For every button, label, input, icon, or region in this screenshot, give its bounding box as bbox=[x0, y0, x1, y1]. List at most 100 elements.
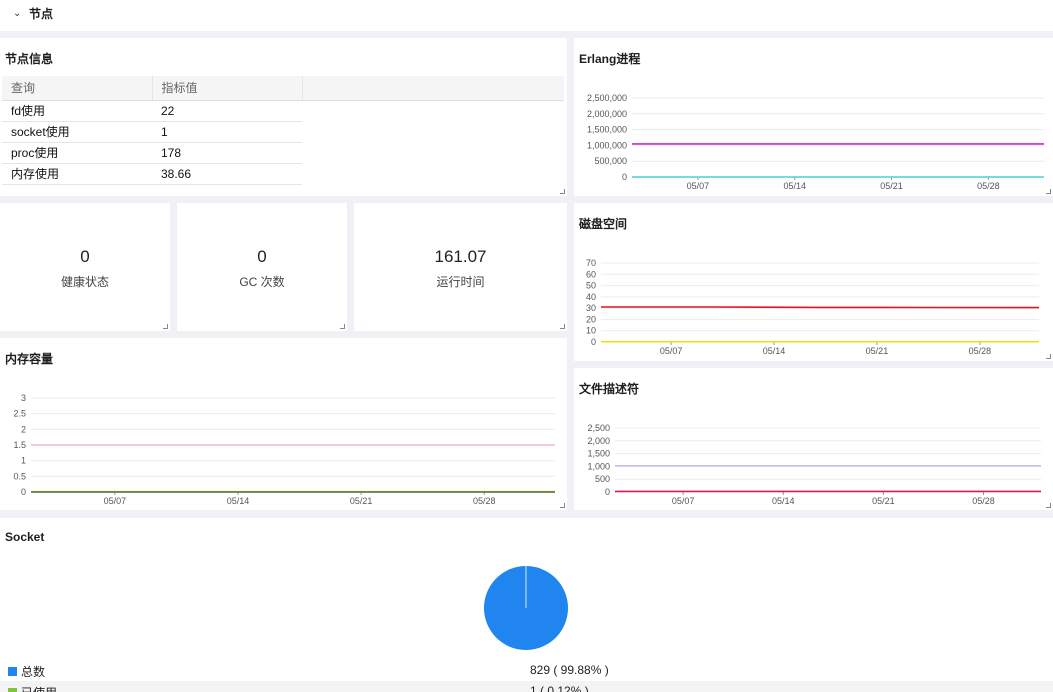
legend-row[interactable]: 总数 829 ( 99.88% ) bbox=[0, 660, 1053, 681]
table-cell: 内存使用 bbox=[2, 163, 152, 185]
series-line bbox=[601, 306, 1040, 309]
y-tick-label: 1,000,000 bbox=[587, 140, 627, 150]
resize-handle[interactable] bbox=[560, 324, 565, 329]
table-row: socket使用 1 bbox=[2, 121, 564, 143]
panel-title: Erlang进程 bbox=[579, 52, 641, 66]
legend-value: 1 ( 0.12% ) bbox=[530, 684, 589, 692]
stat-panel-uptime: 161.07 运行时间 bbox=[354, 203, 567, 331]
table-cell: socket使用 bbox=[2, 121, 152, 143]
x-tick-label: 05/28 bbox=[977, 181, 1000, 191]
x-tick-label: 05/28 bbox=[969, 346, 992, 356]
stat-panel-health: 0 健康状态 bbox=[0, 203, 170, 331]
legend-swatch bbox=[8, 667, 17, 676]
y-tick-label: 1.5 bbox=[13, 440, 26, 450]
stat-label: GC 次数 bbox=[239, 275, 285, 289]
y-tick-label: 30 bbox=[586, 303, 596, 313]
x-tick-label: 05/07 bbox=[104, 496, 127, 506]
stat-value: 0 bbox=[80, 247, 90, 266]
x-tick-label: 05/28 bbox=[972, 496, 995, 506]
y-tick-label: 10 bbox=[586, 326, 596, 336]
x-tick-label: 05/21 bbox=[880, 181, 903, 191]
table-cell: 1 bbox=[152, 121, 302, 143]
y-tick-label: 2.5 bbox=[13, 409, 26, 419]
row-header[interactable]: ⌄ 节点 bbox=[0, 0, 1053, 31]
table-cell: 38.66 bbox=[152, 163, 302, 185]
table-row: fd使用 22 bbox=[2, 100, 564, 122]
y-tick-label: 3 bbox=[21, 393, 26, 403]
x-tick-label: 05/14 bbox=[227, 496, 250, 506]
resize-handle[interactable] bbox=[1046, 503, 1051, 508]
x-tick-label: 05/07 bbox=[660, 346, 683, 356]
y-tick-label: 50 bbox=[586, 281, 596, 291]
chevron-down-icon[interactable]: ⌄ bbox=[13, 8, 21, 19]
y-tick-label: 60 bbox=[586, 269, 596, 279]
stat-label: 运行时间 bbox=[436, 275, 485, 289]
resize-handle[interactable] bbox=[560, 189, 565, 194]
memory-capacity-panel: 内存容量 3 2.5 2 1.5 1 0.5 0 05/07 05/14 05/21 05/28 bbox=[0, 338, 567, 510]
x-tick-label: 05/14 bbox=[783, 181, 806, 191]
column-header[interactable]: 指标值 bbox=[152, 76, 303, 101]
x-tick-label: 05/21 bbox=[866, 346, 889, 356]
resize-handle[interactable] bbox=[1046, 354, 1051, 359]
erlang-process-chart[interactable]: 2,500,000 2,000,000 1,500,000 1,000,000 500,… bbox=[574, 38, 1053, 196]
y-tick-label: 2,500,000 bbox=[587, 93, 627, 103]
x-tick-label: 05/07 bbox=[672, 496, 695, 506]
legend-swatch bbox=[8, 688, 17, 692]
stat-label: 健康状态 bbox=[60, 275, 109, 289]
y-tick-label: 2 bbox=[21, 424, 26, 434]
y-tick-label: 500,000 bbox=[594, 156, 627, 166]
y-tick-label: 1,000 bbox=[587, 461, 610, 471]
x-tick-label: 05/28 bbox=[473, 496, 496, 506]
column-header bbox=[302, 76, 564, 101]
x-tick-label: 05/21 bbox=[872, 496, 895, 506]
stat-value: 0 bbox=[257, 247, 267, 266]
y-tick-label: 0 bbox=[21, 487, 26, 497]
table-cell: 22 bbox=[152, 100, 302, 122]
column-header[interactable]: 查询 bbox=[2, 76, 153, 101]
file-descriptor-panel: 文件描述符 2,500 2,000 1,500 1,000 500 0 05/07 05/14… bbox=[574, 368, 1053, 510]
y-tick-label: 0 bbox=[605, 487, 610, 497]
resize-handle[interactable] bbox=[560, 503, 565, 508]
panel-title: 文件描述符 bbox=[579, 382, 640, 396]
socket-panel: Socket 总数 829 ( 99.88% ) 已使用 1 ( 0.12% ) bbox=[0, 518, 1053, 692]
x-tick-label: 05/14 bbox=[763, 346, 786, 356]
y-tick-label: 2,500 bbox=[587, 423, 610, 433]
table-cell: 178 bbox=[152, 142, 302, 164]
panel-title: 内存容量 bbox=[5, 352, 54, 366]
resize-handle[interactable] bbox=[163, 324, 168, 329]
y-tick-label: 1,500,000 bbox=[587, 125, 627, 135]
socket-pie-chart[interactable] bbox=[0, 518, 1053, 660]
panel-title: 节点信息 bbox=[5, 52, 54, 66]
y-tick-label: 0 bbox=[591, 337, 596, 347]
table-row: 内存使用 38.66 bbox=[2, 163, 564, 185]
node-info-table: 查询 指标值 fd使用 22 socket使用 1 proc使用 178 内存使用 38… bbox=[2, 76, 564, 185]
legend-label: 总数 bbox=[21, 665, 46, 679]
resize-handle[interactable] bbox=[1046, 189, 1051, 194]
x-tick-label: 05/07 bbox=[687, 181, 710, 191]
y-tick-label: 2,000 bbox=[587, 436, 610, 446]
y-tick-label: 20 bbox=[586, 314, 596, 324]
file-descriptor-chart[interactable]: 2,500 2,000 1,500 1,000 500 0 05/07 05/14 05/21 0… bbox=[574, 368, 1053, 510]
legend-label: 已使用 bbox=[21, 684, 57, 692]
table-cell: proc使用 bbox=[2, 142, 152, 164]
disk-space-panel: 磁盘空间 70 60 50 40 30 20 10 0 05/07 05/14 05/21 05/28 bbox=[574, 203, 1053, 361]
panel-title: 磁盘空间 bbox=[579, 217, 628, 231]
row-title: 节点 bbox=[29, 7, 54, 21]
y-tick-label: 500 bbox=[595, 474, 610, 484]
legend-row[interactable]: 已使用 1 ( 0.12% ) bbox=[0, 681, 1053, 692]
x-tick-label: 05/21 bbox=[350, 496, 373, 506]
y-tick-label: 1,500 bbox=[587, 449, 610, 459]
resize-handle[interactable] bbox=[340, 324, 345, 329]
table-row: proc使用 178 bbox=[2, 142, 564, 164]
memory-capacity-chart[interactable]: 3 2.5 2 1.5 1 0.5 0 05/07 05/14 05/21 05/28 bbox=[0, 338, 567, 510]
x-tick-label: 05/14 bbox=[772, 496, 795, 506]
y-tick-label: 1 bbox=[21, 456, 26, 466]
y-tick-label: 0 bbox=[622, 172, 627, 182]
y-tick-label: 40 bbox=[586, 292, 596, 302]
y-tick-label: 0.5 bbox=[13, 471, 26, 481]
y-tick-label: 70 bbox=[586, 258, 596, 268]
disk-space-chart[interactable]: 7060 50403020 100 05/07 05/14 05/21 05/28 bbox=[574, 203, 1053, 361]
erlang-process-panel: Erlang进程 2,500,000 2,000,000 1,500,000 1,00… bbox=[574, 38, 1053, 196]
stat-panel-gc: 0 GC 次数 bbox=[177, 203, 347, 331]
y-tick-label: 2,000,000 bbox=[587, 109, 627, 119]
